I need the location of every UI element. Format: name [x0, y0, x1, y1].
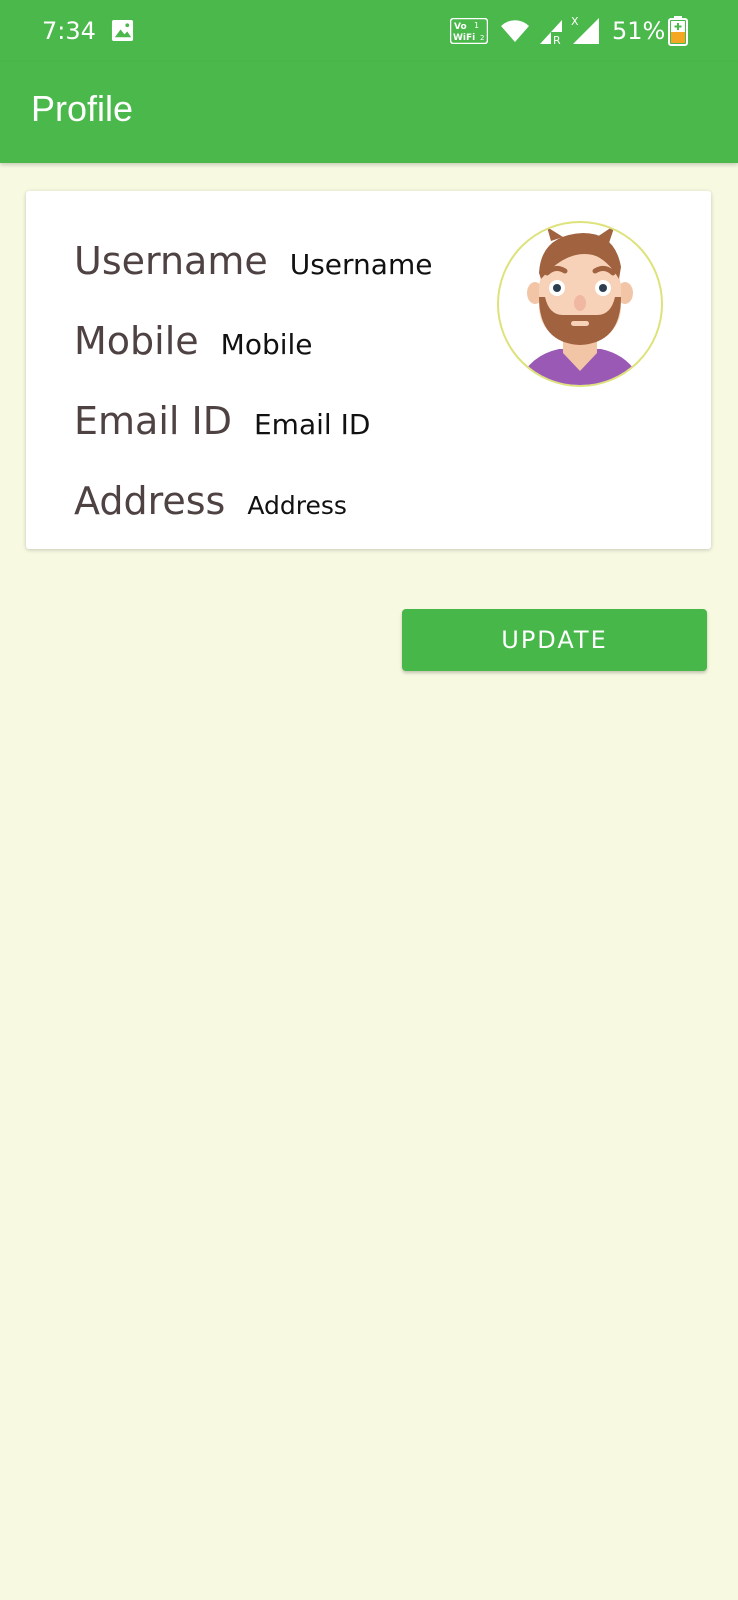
profile-card: Username Username Mobile Mobile Email ID… [26, 191, 711, 549]
signal-roaming-icon: R [540, 20, 563, 46]
svg-text:WiFi: WiFi [453, 33, 475, 43]
username-value: Username [289, 248, 433, 281]
email-label: Email ID [74, 399, 232, 443]
image-icon [111, 19, 134, 42]
app-bar: Profile [0, 62, 738, 163]
wifi-icon [501, 20, 529, 42]
mobile-label: Mobile [74, 319, 199, 363]
svg-text:2: 2 [480, 34, 484, 42]
svg-text:X: X [571, 15, 579, 28]
vowifi-icon: Vo 1 WiFi 2 [450, 18, 488, 44]
battery-charging-icon [668, 16, 688, 46]
status-time: 7:34 [42, 17, 96, 45]
email-value: Email ID [253, 408, 371, 441]
username-row: Username Username [74, 239, 432, 283]
status-bar: 7:34 Vo 1 WiFi 2 R X 51% [0, 0, 738, 62]
address-value: Address [247, 491, 347, 520]
address-row: Address Address [74, 479, 347, 523]
address-label: Address [74, 479, 226, 523]
mobile-row: Mobile Mobile [74, 319, 313, 363]
update-button[interactable]: UPDATE [402, 609, 707, 671]
avatar[interactable] [497, 221, 663, 387]
email-row: Email ID Email ID [74, 399, 370, 443]
svg-text:1: 1 [474, 21, 479, 30]
username-label: Username [74, 239, 268, 283]
svg-text:R: R [553, 34, 561, 46]
signal-no-data-icon: X [571, 15, 599, 44]
mobile-value: Mobile [220, 328, 313, 361]
page-title: Profile [31, 88, 134, 129]
svg-text:Vo: Vo [454, 22, 467, 32]
battery-percent: 51% [612, 17, 666, 45]
